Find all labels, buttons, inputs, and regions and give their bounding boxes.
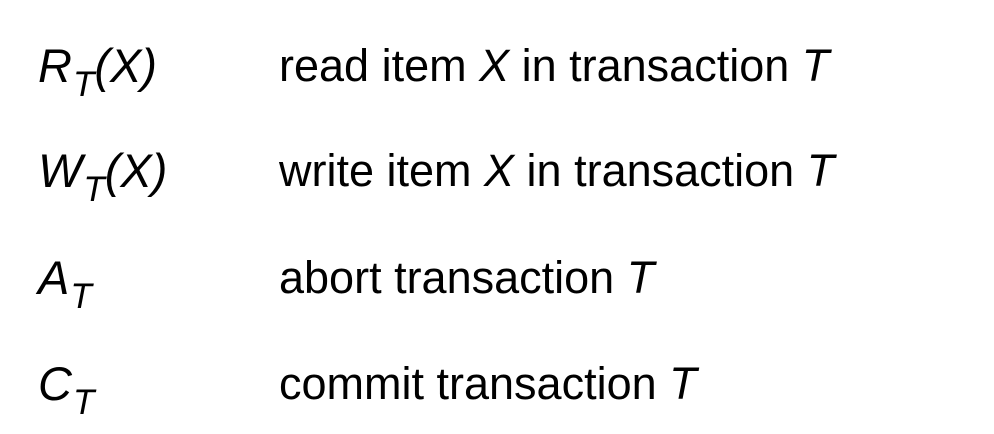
notation-row-commit: CT commit transaction T: [0, 356, 994, 422]
symbol-subscript: T: [83, 170, 105, 209]
description-text: abort transaction: [279, 252, 627, 303]
symbol-argument: (X): [94, 39, 157, 92]
read-symbol: RT(X): [38, 38, 157, 104]
description-text: write item: [279, 145, 485, 196]
description-text: in transaction: [514, 145, 807, 196]
notation-row-read: RT(X) read item X in transaction T: [0, 38, 994, 104]
write-description: write item X in transaction T: [279, 143, 834, 199]
description-transaction-variable: T: [626, 252, 655, 303]
abort-description: abort transaction T: [279, 250, 654, 306]
symbol-subscript: T: [72, 65, 95, 104]
symbol-base: A: [38, 251, 70, 304]
symbol-subscript: T: [72, 383, 95, 422]
description-item-variable: X: [484, 145, 515, 196]
write-symbol: WT(X): [38, 143, 168, 209]
notation-table: RT(X) read item X in transaction T WT(X)…: [0, 0, 994, 434]
symbol-argument: (X): [104, 144, 168, 197]
description-item-variable: X: [479, 40, 510, 91]
symbol-base: W: [38, 144, 83, 197]
description-transaction-variable: T: [669, 358, 697, 409]
symbol-base: R: [38, 39, 72, 92]
abort-symbol: AT: [38, 250, 92, 316]
description-transaction-variable: T: [801, 40, 830, 91]
commit-description: commit transaction T: [279, 356, 697, 412]
commit-symbol: CT: [38, 356, 94, 422]
description-text: commit transaction: [279, 358, 670, 409]
description-text: read item: [279, 40, 480, 91]
description-transaction-variable: T: [806, 145, 835, 196]
notation-row-abort: AT abort transaction T: [0, 250, 994, 316]
symbol-base: C: [38, 357, 72, 410]
notation-row-write: WT(X) write item X in transaction T: [0, 143, 994, 209]
symbol-subscript: T: [70, 277, 92, 316]
description-text: in transaction: [509, 40, 802, 91]
read-description: read item X in transaction T: [279, 38, 829, 94]
